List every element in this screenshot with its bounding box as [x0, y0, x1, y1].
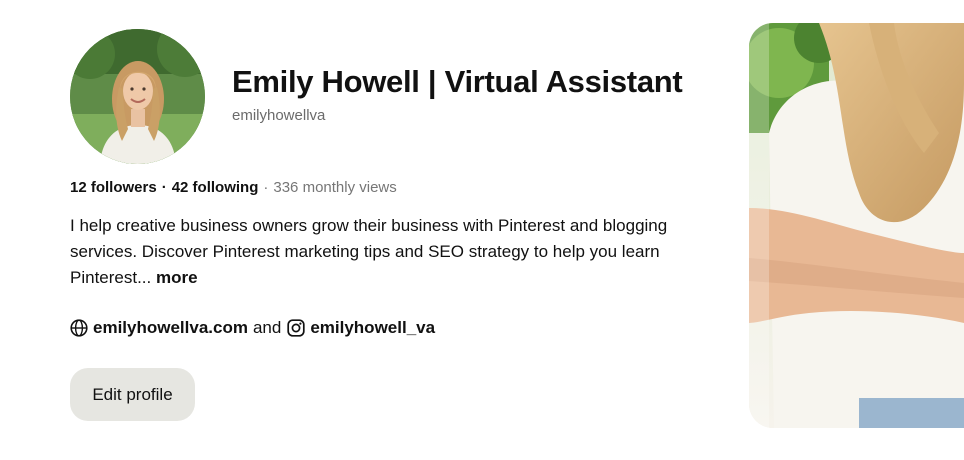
profile-bio: I help creative business owners grow the… [70, 213, 720, 291]
avatar[interactable] [70, 29, 205, 164]
profile-stats: 12 followers · 42 following · 336 monthly vi… [70, 179, 397, 196]
bio-more-link[interactable]: more [156, 268, 198, 287]
profile-header: Emily Howell | Virtual Assistant emilyho… [0, 0, 964, 460]
stats-separator: · [263, 179, 269, 196]
profile-name: Emily Howell | Virtual Assistant [232, 64, 683, 99]
following-count[interactable]: 42 following [172, 179, 259, 196]
instagram-link[interactable]: emilyhowell_va [310, 318, 435, 338]
edit-profile-button[interactable]: Edit profile [70, 368, 195, 421]
stats-separator: · [161, 179, 167, 196]
followers-count[interactable]: 12 followers [70, 179, 157, 196]
avatar-image [70, 29, 205, 164]
globe-icon [70, 319, 88, 337]
cover-image [749, 23, 964, 428]
website-link[interactable]: emilyhowellva.com [93, 318, 248, 338]
instagram-icon [287, 319, 305, 337]
profile-username: emilyhowellva [232, 107, 326, 124]
links-connector: and [252, 318, 282, 337]
profile-links: emilyhowellva.com and emilyhowell_va [70, 318, 435, 338]
monthly-views: 336 monthly views [273, 179, 397, 196]
